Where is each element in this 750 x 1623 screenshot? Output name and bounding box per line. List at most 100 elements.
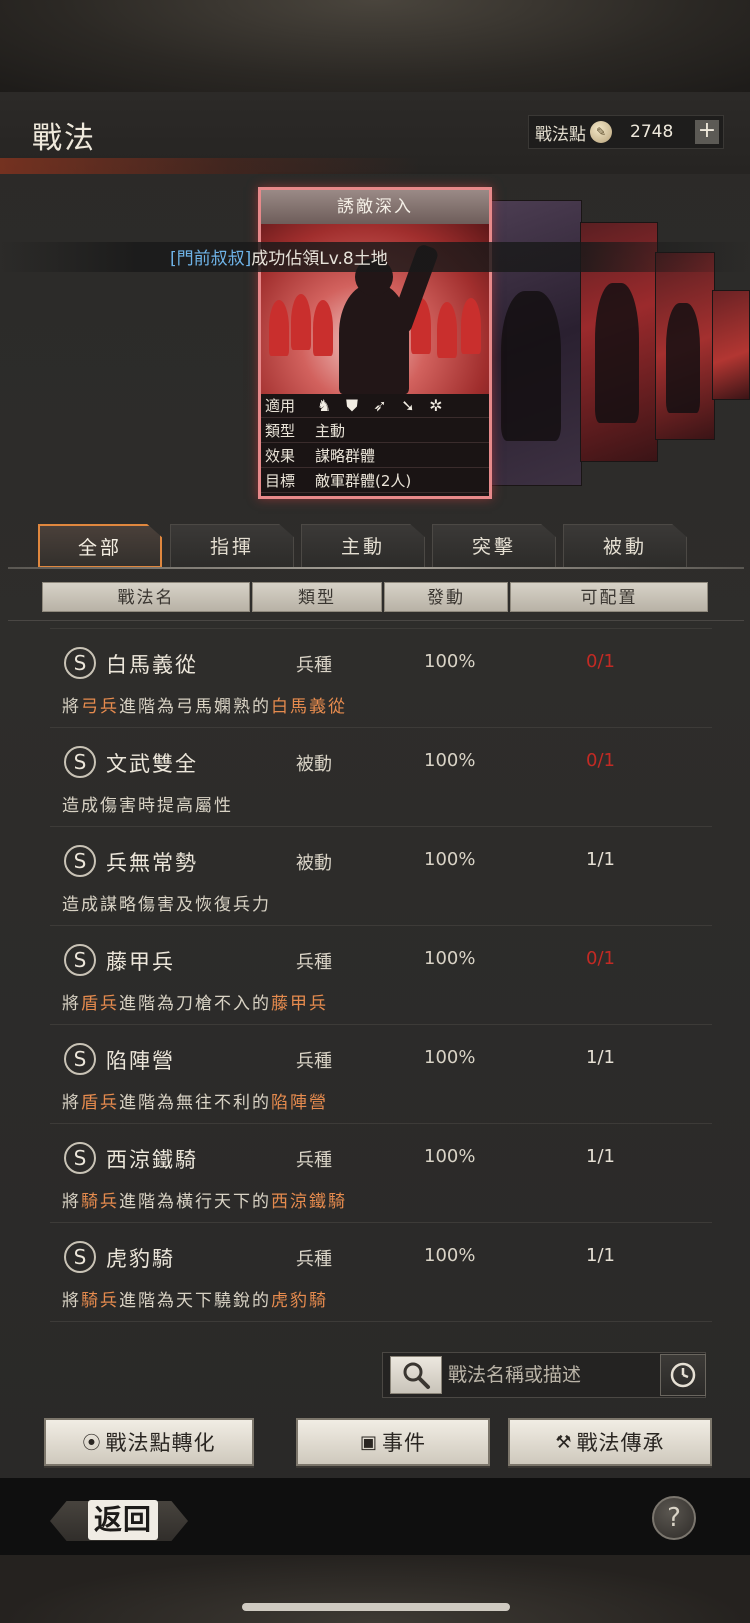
tactic-points-box: 戰法點 ✎ 2748 + bbox=[528, 115, 724, 149]
column-header-type[interactable]: 類型 bbox=[252, 582, 382, 612]
bow-icon: ➶ bbox=[373, 395, 387, 415]
event-button[interactable]: ▣ 事件 bbox=[296, 1418, 490, 1466]
tab-all[interactable]: 全部 bbox=[38, 524, 162, 568]
header-glow bbox=[0, 158, 420, 174]
stat-key: 效果 bbox=[265, 447, 296, 465]
description-text: 將 bbox=[62, 1093, 81, 1113]
tab-assault[interactable]: 突擊 bbox=[432, 524, 556, 568]
spear-icon: ➘ bbox=[401, 395, 415, 415]
tab-command[interactable]: 指揮 bbox=[170, 524, 294, 568]
stat-value: 謀略群體 bbox=[315, 447, 376, 465]
tactic-rate: 100% bbox=[424, 948, 476, 969]
alert-icon: ▣ bbox=[359, 1431, 378, 1453]
grade-badge: S bbox=[64, 1043, 96, 1075]
highlighted-term: 虎豹騎 bbox=[271, 1291, 328, 1311]
row-divider bbox=[50, 727, 712, 728]
tactic-type: 被動 bbox=[296, 754, 332, 775]
tactic-rate: 100% bbox=[424, 1245, 476, 1266]
tactic-row[interactable]: S 文武雙全 被動 100% 0/1 造成傷害時提高屬性 bbox=[50, 731, 712, 823]
notice-user: [門前叔叔] bbox=[170, 249, 252, 269]
tactic-name: 文武雙全 bbox=[106, 752, 198, 776]
row-divider bbox=[50, 826, 712, 827]
points-label: 戰法點 bbox=[535, 124, 586, 145]
highlighted-term: 陷陣營 bbox=[271, 1093, 328, 1113]
tactic-slots: 0/1 bbox=[586, 750, 615, 771]
tactic-slots: 1/1 bbox=[586, 849, 615, 870]
flame-icon: ⦿ bbox=[82, 1433, 102, 1454]
description-text: 進階為無往不利的 bbox=[119, 1093, 271, 1113]
tactic-row[interactable]: S 陷陣營 兵種 100% 1/1 將盾兵進階為無往不利的陷陣營 bbox=[50, 1028, 712, 1120]
search-input[interactable] bbox=[448, 1360, 658, 1390]
tactic-rate: 100% bbox=[424, 1047, 476, 1068]
tab-divider bbox=[8, 567, 744, 569]
row-divider bbox=[50, 1222, 712, 1223]
home-indicator bbox=[242, 1603, 510, 1611]
grade-badge: S bbox=[64, 944, 96, 976]
highlighted-term: 白馬義從 bbox=[271, 697, 347, 717]
search-button[interactable] bbox=[390, 1356, 442, 1394]
tactic-name: 虎豹騎 bbox=[106, 1247, 175, 1271]
description-text: 進階為刀槍不入的 bbox=[119, 994, 271, 1014]
tactic-slots: 0/1 bbox=[586, 948, 615, 969]
highlighted-term: 盾兵 bbox=[81, 994, 119, 1014]
convert-points-button[interactable]: ⦿ 戰法點轉化 bbox=[44, 1418, 254, 1466]
tactic-type: 兵種 bbox=[296, 1249, 332, 1270]
unit-icons: ♞ ⛊ ➶ ➘ ✲ bbox=[309, 396, 445, 416]
notice-text: 成功佔領Lv.8土地 bbox=[251, 249, 388, 269]
tactic-description: 將弓兵進階為弓馬嫻熟的白馬義從 bbox=[62, 692, 347, 717]
column-header-name[interactable]: 戰法名 bbox=[42, 582, 250, 612]
stat-value: 敵軍群體(2人) bbox=[315, 472, 412, 490]
tab-active[interactable]: 主動 bbox=[301, 524, 425, 568]
tactic-rate: 100% bbox=[424, 651, 476, 672]
coin-icon: ✎ bbox=[590, 121, 612, 143]
grade-badge: S bbox=[64, 1241, 96, 1273]
header-divider bbox=[8, 620, 744, 621]
tactic-row[interactable]: S 兵無常勢 被動 100% 1/1 造成謀略傷害及恢復兵力 bbox=[50, 830, 712, 922]
column-header-rate[interactable]: 發動 bbox=[384, 582, 508, 612]
description-text: 將 bbox=[62, 697, 81, 717]
tactic-name: 陷陣營 bbox=[106, 1049, 175, 1073]
stat-key: 類型 bbox=[265, 422, 296, 440]
tactic-rate: 100% bbox=[424, 849, 476, 870]
page-title: 戰法 bbox=[32, 121, 96, 156]
add-points-button[interactable]: + bbox=[695, 120, 719, 144]
points-value: 2748 bbox=[630, 122, 674, 142]
tactic-row[interactable]: S 虎豹騎 兵種 100% 1/1 將騎兵進階為天下驍銳的虎豹騎 bbox=[50, 1226, 712, 1318]
tactic-name: 白馬義從 bbox=[106, 653, 198, 677]
highlighted-term: 盾兵 bbox=[81, 1093, 119, 1113]
tab-passive[interactable]: 被動 bbox=[563, 524, 687, 568]
history-button[interactable] bbox=[660, 1354, 706, 1396]
inherit-label: 戰法傳承 bbox=[576, 1431, 665, 1455]
card-stats: 適用 ♞ ⛊ ➶ ➘ ✲ 類型 主動 效果 謀略群體 目標 敵軍群體(2人) bbox=[261, 394, 489, 496]
tactic-description: 造成傷害時提高屬性 bbox=[62, 791, 233, 816]
help-button[interactable]: ? bbox=[652, 1496, 696, 1540]
cavalry-icon: ♞ bbox=[316, 395, 332, 415]
tactic-row[interactable]: S 白馬義從 兵種 100% 0/1 將弓兵進階為弓馬嫻熟的白馬義從 bbox=[50, 632, 712, 724]
row-divider bbox=[50, 1123, 712, 1124]
highlighted-term: 西涼鐵騎 bbox=[271, 1192, 347, 1212]
highlighted-term: 藤甲兵 bbox=[271, 994, 328, 1014]
tactic-row[interactable]: S 藤甲兵 兵種 100% 0/1 將盾兵進階為刀槍不入的藤甲兵 bbox=[50, 929, 712, 1021]
tactic-description: 將騎兵進階為橫行天下的西涼鐵騎 bbox=[62, 1187, 347, 1212]
stat-row-target: 目標 敵軍群體(2人) bbox=[261, 469, 489, 493]
card-title: 誘敵深入 bbox=[261, 190, 489, 224]
inherit-button[interactable]: ⚒ 戰法傳承 bbox=[508, 1418, 712, 1466]
card-thumbnail[interactable] bbox=[655, 252, 715, 440]
row-divider bbox=[50, 1321, 712, 1322]
card-thumbnail[interactable] bbox=[712, 290, 750, 400]
tactic-slots: 1/1 bbox=[586, 1146, 615, 1167]
tactic-type: 兵種 bbox=[296, 952, 332, 973]
row-divider bbox=[50, 628, 712, 629]
tactic-row[interactable]: S 西涼鐵騎 兵種 100% 1/1 將騎兵進階為橫行天下的西涼鐵騎 bbox=[50, 1127, 712, 1219]
shield-icon: ⛊ bbox=[345, 395, 358, 415]
tactic-description: 將盾兵進階為無往不利的陷陣營 bbox=[62, 1088, 328, 1113]
selected-tactic-card[interactable]: 誘敵深入 適用 ♞ ⛊ ➶ ➘ ✲ 類型 主動 效果 謀略群體 目標 敵軍群體(… bbox=[258, 187, 492, 499]
stat-row-applicable: 適用 ♞ ⛊ ➶ ➘ ✲ bbox=[261, 394, 489, 418]
convert-points-label: 戰法點轉化 bbox=[105, 1431, 216, 1455]
search-icon bbox=[403, 1362, 430, 1389]
back-button[interactable]: 返回 bbox=[88, 1500, 158, 1540]
column-header-slots[interactable]: 可配置 bbox=[510, 582, 708, 612]
tactic-type: 兵種 bbox=[296, 655, 332, 676]
stat-row-type: 類型 主動 bbox=[261, 419, 489, 443]
row-divider bbox=[50, 925, 712, 926]
